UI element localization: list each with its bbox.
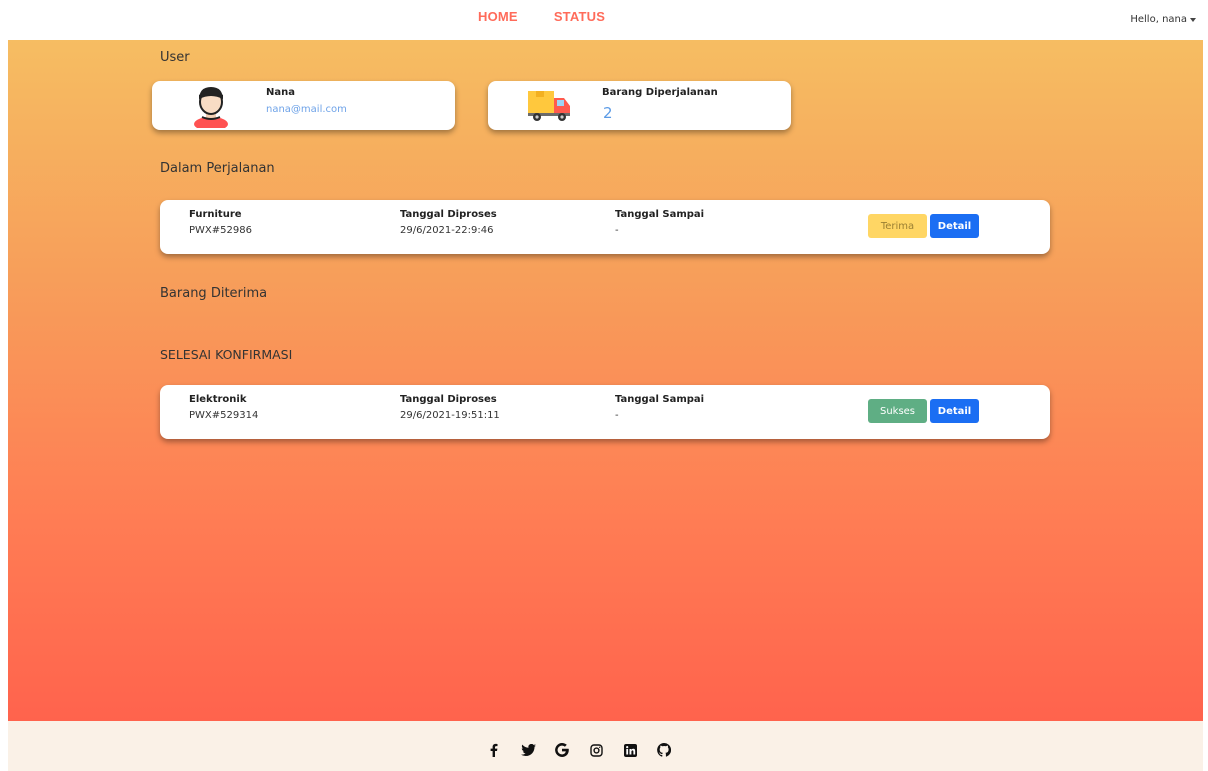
nav-links: HOME STATUS	[478, 9, 605, 24]
item-code: PWX#529314	[189, 410, 259, 421]
processed-cell: Tanggal Diproses 29/6/2021-22:9:46	[400, 209, 497, 236]
linkedin-icon[interactable]	[622, 742, 638, 758]
user-dropdown[interactable]: Hello, nana	[1130, 14, 1196, 25]
processed-date: 29/6/2021-19:51:11	[400, 410, 500, 421]
google-icon[interactable]	[554, 742, 570, 758]
caret-down-icon	[1190, 18, 1196, 22]
item-code: PWX#52986	[189, 225, 252, 236]
item-name: Furniture	[189, 209, 242, 220]
user-avatar-icon	[186, 84, 236, 131]
item-name: Elektronik	[189, 394, 247, 405]
instagram-icon[interactable]	[588, 742, 604, 758]
arrived-date: -	[615, 410, 619, 421]
main-content: User Nana nana@mail.com Barang Diperjala…	[8, 40, 1203, 721]
processed-cell: Tanggal Diproses 29/6/2021-19:51:11	[400, 394, 500, 421]
transit-summary-card: Barang Diperjalanan 2	[488, 81, 791, 130]
section-title-received: Barang Diterima	[160, 286, 268, 301]
profile-email: nana@mail.com	[266, 104, 347, 115]
profile-card: Nana nana@mail.com	[152, 81, 455, 131]
delivery-truck-icon	[526, 87, 576, 131]
top-navbar: HOME STATUS Hello, nana	[0, 0, 1208, 40]
social-links	[486, 742, 672, 758]
profile-name: Nana	[266, 87, 295, 98]
arrived-header: Tanggal Sampai	[615, 394, 705, 405]
nav-status-link[interactable]: STATUS	[554, 9, 605, 24]
processed-header: Tanggal Diproses	[400, 394, 497, 405]
terima-button[interactable]: Terima	[868, 214, 927, 238]
nav-home-link[interactable]: HOME	[478, 9, 518, 24]
twitter-icon[interactable]	[520, 742, 536, 758]
transit-summary-label: Barang Diperjalanan	[602, 87, 718, 98]
facebook-icon[interactable]	[486, 742, 502, 758]
section-title-confirmed: SELESAI KONFIRMASI	[160, 347, 293, 362]
github-icon[interactable]	[656, 742, 672, 758]
table-row: Furniture PWX#52986 Tanggal Diproses 29/…	[160, 200, 1050, 254]
section-title-user: User	[160, 50, 190, 65]
arrived-header: Tanggal Sampai	[615, 209, 705, 220]
arrived-date: -	[615, 225, 619, 236]
processed-date: 29/6/2021-22:9:46	[400, 225, 494, 236]
arrived-cell: Tanggal Sampai -	[615, 394, 704, 421]
footer	[8, 721, 1203, 771]
section-title-in-transit: Dalam Perjalanan	[160, 161, 275, 176]
item-cell: Elektronik PWX#529314	[189, 394, 258, 421]
user-greeting: Hello, nana	[1130, 14, 1187, 25]
detail-button[interactable]: Detail	[930, 214, 979, 238]
table-row: Elektronik PWX#529314 Tanggal Diproses 2…	[160, 385, 1050, 439]
transit-summary-count: 2	[603, 104, 613, 122]
detail-button[interactable]: Detail	[930, 399, 979, 423]
processed-header: Tanggal Diproses	[400, 209, 497, 220]
item-cell: Furniture PWX#52986	[189, 209, 252, 236]
arrived-cell: Tanggal Sampai -	[615, 209, 704, 236]
sukses-status-button[interactable]: Sukses	[868, 399, 927, 423]
